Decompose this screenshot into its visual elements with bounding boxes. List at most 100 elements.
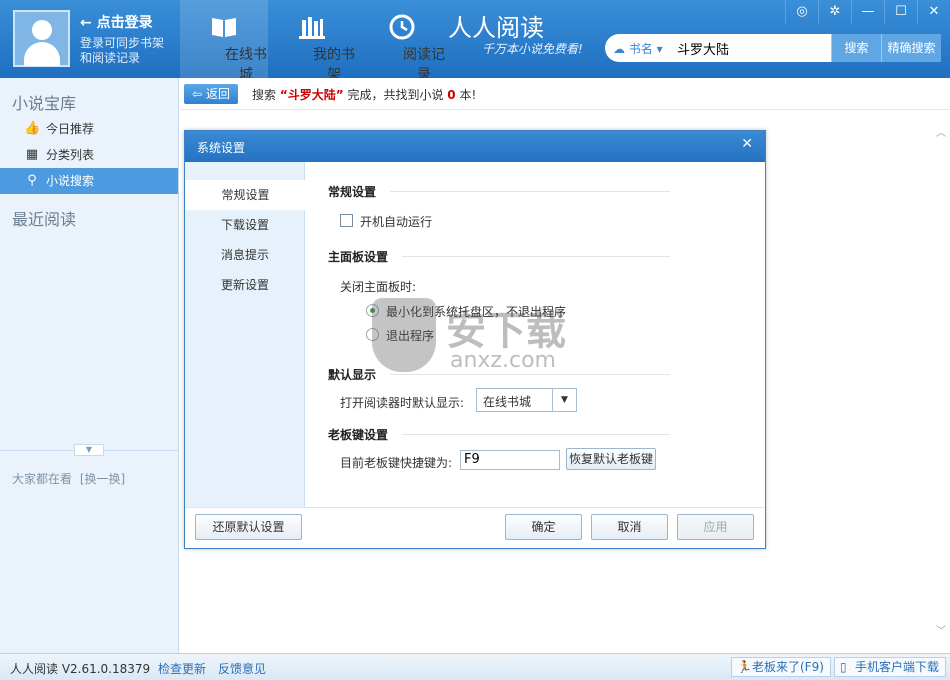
refresh-link[interactable]: [换一换] — [80, 472, 125, 486]
section-title-boss-key: 老板键设置 — [328, 428, 389, 442]
search-input[interactable] — [677, 38, 827, 58]
everyone-watching: 大家都在看 [换一换] — [12, 470, 125, 487]
sidebar-item-label: 今日推荐 — [46, 122, 95, 136]
sidebar: 小说宝库 👍 今日推荐 ▦ 分类列表 ⚲ 小说搜索 最近阅读 ▼ 大家都在看 [… — [0, 78, 179, 653]
autostart-checkbox[interactable] — [340, 214, 353, 227]
watching-label: 大家都在看 — [12, 472, 73, 486]
boss-key-label: 目前老板键快捷键为: — [340, 456, 453, 470]
thumbs-up-icon: 👍 — [24, 121, 41, 136]
section-title-display: 默认显示 — [328, 368, 377, 382]
exact-search-button[interactable]: 精确搜索 — [881, 34, 941, 62]
skin-icon[interactable]: ◎ — [785, 0, 818, 24]
option-minimize-label: 最小化到系统托盘区，不退出程序 — [386, 305, 567, 319]
dialog-nav: 常规设置 下载设置 消息提示 更新设置 — [185, 162, 306, 507]
reset-boss-key-button[interactable]: 恢复默认老板键 — [566, 448, 656, 470]
result-middle: 完成，共找到小说 — [347, 88, 444, 102]
apply-button[interactable]: 应用 — [677, 514, 754, 540]
boss-key-input[interactable]: F9 — [460, 450, 560, 470]
section-title-general: 常规设置 — [328, 185, 377, 199]
autostart-label: 开机自动运行 — [360, 215, 433, 229]
tab-update-settings[interactable]: 更新设置 — [185, 270, 305, 300]
back-button-label: 返回 — [205, 87, 230, 101]
app-version: 人人阅读 V2.61.0.18379 — [10, 662, 151, 676]
caret-down-icon: ▾ — [656, 42, 663, 56]
minimize-icon[interactable]: — — [851, 0, 884, 24]
default-display-select[interactable]: 在线书城 ▼ — [476, 388, 577, 412]
login-link-label: 点击登录 — [96, 15, 153, 31]
close-panel-label: 关闭主面板时: — [340, 280, 417, 294]
book-icon — [209, 14, 239, 40]
check-update-link[interactable]: 检查更新 — [158, 660, 206, 677]
gear-icon[interactable]: ✲ — [818, 0, 851, 24]
radio-minimize-to-tray[interactable] — [366, 304, 379, 317]
default-display-value: 在线书城 — [483, 395, 532, 409]
search-result-text: 搜索 “斗罗大陆” 完成，共找到小说 0 本! — [252, 86, 476, 103]
login-link[interactable]: ← 点击登录 — [80, 12, 153, 32]
tab-online-store[interactable]: 在线书城 — [180, 0, 268, 83]
ok-button[interactable]: 确定 — [505, 514, 582, 540]
section-divider — [402, 256, 670, 257]
dialog-body: 常规设置 开机自动运行 主面板设置 关闭主面板时: 最小化到系统托盘区，不退出程… — [306, 162, 765, 507]
main-scrollbar[interactable]: ︿ ﹀ — [932, 110, 950, 653]
tab-message-settings[interactable]: 消息提示 — [185, 240, 305, 270]
scroll-up-icon[interactable]: ︿ — [936, 124, 946, 139]
window-controls: ◎ ✲ — ☐ ✕ — [785, 0, 950, 24]
caret-down-icon: ▼ — [552, 389, 576, 411]
result-bar: ⇦ 返回 搜索 “斗罗大陆” 完成，共找到小说 0 本! — [180, 78, 950, 110]
grid-icon: ▦ — [25, 147, 39, 162]
clock-icon — [387, 14, 417, 40]
library-title: 小说宝库 — [12, 94, 77, 113]
avatar-head-shape — [32, 20, 52, 40]
sidebar-item-label: 小说搜索 — [46, 174, 95, 188]
back-button[interactable]: ⇦ 返回 — [184, 84, 238, 104]
boss-key-button[interactable]: 🏃 老板来了(F9) — [731, 657, 831, 677]
feedback-link[interactable]: 反馈意见 — [218, 660, 266, 677]
tab-reading-history[interactable]: 阅读记录 — [358, 0, 446, 83]
arrow-left-icon: ⇦ — [192, 87, 203, 101]
phone-icon: ▯ — [840, 660, 847, 674]
sidebar-item-category-list[interactable]: ▦ 分类列表 — [0, 142, 178, 168]
tab-download-settings[interactable]: 下载设置 — [185, 210, 305, 240]
sidebar-item-today-recommend[interactable]: 👍 今日推荐 — [0, 116, 178, 142]
search-button[interactable]: 搜索 — [831, 34, 881, 62]
radio-exit-program[interactable] — [366, 328, 379, 341]
brand-title: 人人阅读 — [448, 14, 544, 42]
close-icon[interactable]: ✕ — [917, 0, 950, 24]
restore-defaults-button[interactable]: 还原默认设置 — [195, 514, 302, 540]
brand-slogan: 千万本小说免费看! — [482, 42, 583, 56]
mobile-download-button[interactable]: ▯ 手机客户端下载 — [834, 657, 947, 677]
result-count: 0 — [447, 88, 456, 102]
search-bar: ☁ 书名 ▾ 搜索 精确搜索 — [605, 34, 941, 62]
cloud-icon: ☁ — [613, 42, 625, 56]
search-type-label: 书名 — [628, 42, 653, 56]
tab-my-bookshelf[interactable]: 我的书架 — [268, 0, 356, 83]
result-suffix: 本! — [459, 88, 477, 102]
maximize-icon[interactable]: ☐ — [884, 0, 917, 24]
default-display-label: 打开阅读器时默认显示: — [340, 396, 465, 410]
login-subtitle: 登录可同步书架和阅读记录 — [80, 36, 165, 65]
close-icon[interactable]: ✕ — [741, 136, 753, 152]
dialog-footer-divider — [185, 507, 765, 508]
search-icon: ⚲ — [27, 173, 37, 188]
sidebar-item-novel-search[interactable]: ⚲ 小说搜索 — [0, 168, 178, 194]
result-keyword: “斗罗大陆” — [279, 88, 344, 102]
cancel-button[interactable]: 取消 — [591, 514, 668, 540]
app-header: ← 点击登录 登录可同步书架和阅读记录 在线书城 我的书架 阅读记录 人人阅读 … — [0, 0, 950, 83]
collapse-arrow-icon[interactable]: ▼ — [74, 444, 104, 456]
scroll-down-icon[interactable]: ﹀ — [936, 622, 946, 637]
tab-general-settings[interactable]: 常规设置 — [185, 180, 306, 210]
system-settings-dialog: 系统设置 ✕ 常规设置 下载设置 消息提示 更新设置 常规设置 开机自动运行 主… — [184, 130, 766, 549]
boss-key-button-label: 老板来了(F9) — [752, 660, 824, 674]
avatar-body-shape — [24, 42, 60, 66]
dialog-title: 系统设置 — [197, 141, 246, 155]
section-divider — [390, 191, 670, 192]
result-prefix: 搜索 — [252, 88, 277, 102]
section-divider — [390, 374, 670, 375]
bookshelf-icon — [297, 14, 327, 40]
avatar[interactable] — [13, 10, 70, 67]
section-divider — [402, 434, 670, 435]
section-title-panel: 主面板设置 — [328, 250, 389, 264]
recent-reading-title: 最近阅读 — [12, 210, 77, 229]
status-bar: 人人阅读 V2.61.0.18379 检查更新 反馈意见 🏃 老板来了(F9) … — [0, 653, 950, 680]
search-type-select[interactable]: ☁ 书名 ▾ — [613, 40, 663, 57]
